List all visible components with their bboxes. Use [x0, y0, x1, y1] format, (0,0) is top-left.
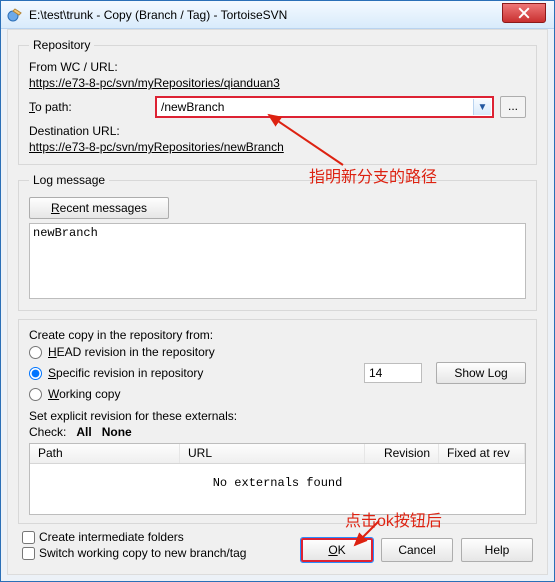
button-row: OK Cancel Help [301, 538, 533, 562]
close-button[interactable] [502, 3, 546, 23]
repository-group: Repository From WC / URL: https://e73-8-… [18, 38, 537, 165]
browse-button[interactable]: ... [500, 96, 526, 118]
create-intermediate-label: Create intermediate folders [39, 530, 184, 544]
app-icon [7, 7, 23, 23]
log-message-legend: Log message [29, 173, 109, 187]
check-all-link[interactable]: All [76, 425, 91, 439]
col-url[interactable]: URL [180, 444, 365, 463]
create-intermediate-checkbox[interactable] [22, 531, 35, 544]
externals-header: Path URL Revision Fixed at rev [30, 444, 525, 464]
recent-messages-button[interactable]: Recent messages [29, 197, 169, 219]
head-revision-radio[interactable] [29, 346, 42, 359]
externals-empty: No externals found [30, 464, 525, 490]
to-path-combo[interactable]: ▼ [155, 96, 494, 118]
repository-legend: Repository [29, 38, 94, 52]
switch-wc-label: Switch working copy to new branch/tag [39, 546, 246, 560]
bottom-options: Create intermediate folders Switch worki… [22, 528, 246, 562]
from-url: https://e73-8-pc/svn/myRepositories/qian… [29, 76, 526, 90]
switch-wc-checkbox[interactable] [22, 547, 35, 560]
externals-check-links: Check: All None [29, 425, 526, 439]
col-fixed-at-rev[interactable]: Fixed at rev [439, 444, 525, 463]
destination-url: https://e73-8-pc/svn/myRepositories/newB… [29, 140, 526, 154]
destination-label: Destination URL: [29, 124, 526, 138]
log-message-group: Log message Recent messages newBranch [18, 173, 537, 311]
externals-intro: Set explicit revision for these external… [29, 409, 526, 423]
working-copy-radio[interactable] [29, 388, 42, 401]
externals-table: Path URL Revision Fixed at rev No extern… [29, 443, 526, 515]
copy-from-group: Create copy in the repository from: HEAD… [18, 319, 537, 524]
check-none-link[interactable]: None [102, 425, 132, 439]
revision-input[interactable] [364, 363, 422, 383]
copy-from-intro: Create copy in the repository from: [29, 328, 526, 342]
cancel-button[interactable]: Cancel [381, 538, 453, 562]
to-path-dropdown[interactable]: ▼ [473, 99, 491, 115]
working-copy-label: Working copy [48, 387, 120, 401]
show-log-button[interactable]: Show Log [436, 362, 526, 384]
help-button[interactable]: Help [461, 538, 533, 562]
col-revision[interactable]: Revision [365, 444, 439, 463]
to-path-label: To path: [29, 100, 149, 114]
specific-revision-label: Specific revision in repository [48, 366, 203, 380]
ok-button[interactable]: OK [301, 538, 373, 562]
col-path[interactable]: Path [30, 444, 180, 463]
specific-revision-radio[interactable] [29, 367, 42, 380]
client-area: Repository From WC / URL: https://e73-8-… [7, 29, 548, 575]
to-path-input[interactable] [157, 98, 492, 116]
window-title: E:\test\trunk - Copy (Branch / Tag) - To… [29, 8, 287, 22]
titlebar: E:\test\trunk - Copy (Branch / Tag) - To… [1, 1, 554, 29]
log-message-textarea[interactable]: newBranch [29, 223, 526, 299]
dialog-window: E:\test\trunk - Copy (Branch / Tag) - To… [0, 0, 555, 582]
from-label: From WC / URL: [29, 60, 526, 74]
head-revision-label: HEAD revision in the repository [48, 345, 215, 359]
